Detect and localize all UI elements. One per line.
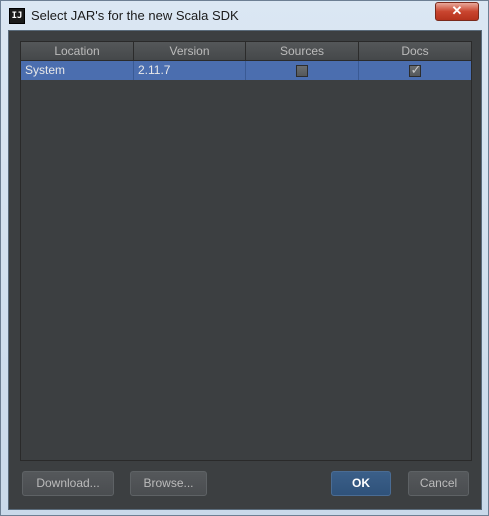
dialog-window: IJ Select JAR's for the new Scala SDK ✕ … [0,0,489,516]
column-header-version[interactable]: Version [134,42,246,60]
cell-docs: ✓ [359,61,471,80]
checkmark-icon: ✓ [410,61,422,77]
dialog-content: Location Version Sources Docs System 2.1… [8,30,482,510]
cell-sources [246,61,359,80]
cell-version: 2.11.7 [134,61,246,80]
cell-location: System [21,61,134,80]
column-header-docs[interactable]: Docs [359,42,471,60]
jar-table: Location Version Sources Docs System 2.1… [20,41,472,461]
dialog-title: Select JAR's for the new Scala SDK [31,8,239,23]
column-header-sources[interactable]: Sources [246,42,359,60]
title-bar[interactable]: IJ Select JAR's for the new Scala SDK ✕ [1,1,488,31]
close-button[interactable]: ✕ [435,2,479,21]
download-button[interactable]: Download... [22,471,114,496]
browse-button[interactable]: Browse... [130,471,207,496]
table-row[interactable]: System 2.11.7 ✓ [21,61,471,80]
intellij-app-icon: IJ [9,8,25,24]
cancel-button[interactable]: Cancel [408,471,469,496]
ok-button[interactable]: OK [331,471,391,496]
table-header: Location Version Sources Docs [21,42,471,61]
docs-checkbox[interactable]: ✓ [409,61,422,77]
sources-checkbox[interactable] [296,64,308,77]
column-header-location[interactable]: Location [21,42,134,60]
